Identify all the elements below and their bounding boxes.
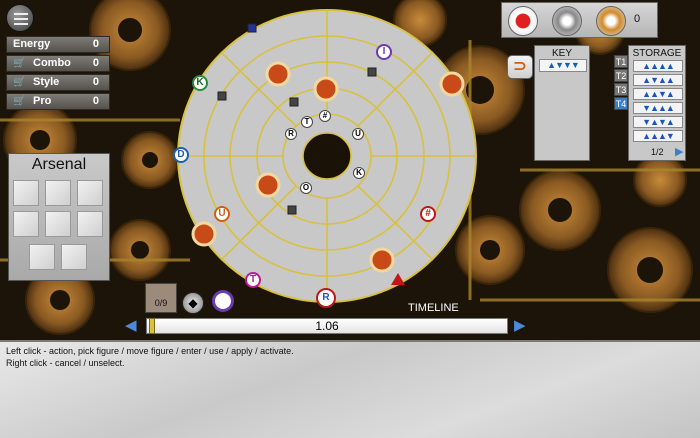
arsenal-slot[interactable]	[29, 244, 55, 270]
storage-page-indicator: 1/2	[651, 147, 664, 157]
u-token-small[interactable]: U	[352, 128, 364, 140]
arsenal-slot[interactable]	[77, 180, 103, 206]
timeline-left-arrow-icon[interactable]: ◀	[125, 316, 137, 334]
i-figure-icon[interactable]	[212, 290, 234, 312]
undo-icon[interactable]: ⊃	[507, 55, 533, 79]
tier-tab-t3[interactable]: T3	[614, 83, 628, 96]
hash-token[interactable]: #	[420, 206, 436, 222]
tier-tab-t4[interactable]: T4	[614, 97, 628, 110]
storage-row[interactable]: ▲▲▲▲	[633, 60, 683, 72]
next-page-icon[interactable]: ▶	[675, 145, 683, 158]
board-node[interactable]	[289, 97, 299, 107]
timeline-handle[interactable]	[149, 318, 155, 334]
cart-icon: 🛒	[13, 58, 26, 69]
menu-button[interactable]	[6, 4, 34, 32]
help-line: Left click - action, pick figure / move …	[6, 346, 294, 356]
gear-icon[interactable]	[596, 6, 626, 36]
board-node[interactable]	[217, 91, 227, 101]
cart-icon: 🛒	[13, 77, 26, 88]
arsenal-panel: Arsenal	[8, 153, 110, 281]
board-node[interactable]	[367, 67, 377, 77]
top-counter: 0	[634, 13, 641, 25]
combo-stat[interactable]: 🛒 Combo 0	[6, 55, 110, 72]
tier-tab-t2[interactable]: T2	[614, 69, 628, 82]
board-node[interactable]	[287, 205, 297, 215]
d-token[interactable]: D	[173, 147, 189, 163]
game-board[interactable]	[176, 8, 478, 304]
swirl-figure[interactable]	[255, 172, 281, 198]
diamond-icon[interactable]: ◆	[182, 292, 204, 314]
arsenal-slot[interactable]	[45, 180, 71, 206]
r-token-small[interactable]: R	[285, 128, 297, 140]
swirl-figure[interactable]	[265, 61, 291, 87]
swirl-figure[interactable]	[369, 247, 395, 273]
style-stat[interactable]: 🛒 Style 0	[6, 74, 110, 91]
arsenal-slot[interactable]	[61, 244, 87, 270]
arsenal-title: Arsenal	[31, 156, 87, 173]
storage-row[interactable]: ▼▲▲▲	[633, 102, 683, 114]
arsenal-slot[interactable]	[13, 180, 39, 206]
timeline-right-arrow-icon[interactable]: ▶	[514, 316, 526, 334]
arsenal-slot[interactable]	[45, 211, 71, 237]
t-token[interactable]: T	[245, 272, 261, 288]
timeline-label: TIMELINE	[408, 302, 459, 314]
u-token[interactable]: U	[214, 206, 230, 222]
help-panel: Left click - action, pick figure / move …	[0, 340, 700, 438]
storage-row[interactable]: ▲▲▼▲	[633, 88, 683, 100]
storage-panel: STORAGE ▲▲▲▲ ▲▼▲▲ ▲▲▼▲ ▼▲▲▲ ▼▲▼▲ ▲▲▲▼ 1/…	[628, 45, 686, 161]
triangle-figure[interactable]	[391, 273, 405, 285]
help-line: Right click - cancel / unselect.	[6, 358, 125, 368]
r-token[interactable]: R	[316, 288, 336, 308]
figure-counter[interactable]: 0/9	[145, 283, 177, 313]
storage-row[interactable]: ▲▲▲▼	[633, 130, 683, 142]
swirl-figure[interactable]	[313, 76, 339, 102]
arsenal-slot[interactable]	[13, 211, 39, 237]
k-token[interactable]: K	[192, 75, 208, 91]
swirl-figure[interactable]	[191, 221, 217, 247]
flame-icon[interactable]	[552, 6, 582, 36]
board-node[interactable]	[247, 23, 257, 33]
o-token-small[interactable]: O	[300, 182, 312, 194]
record-icon[interactable]	[508, 6, 538, 36]
energy-stat: Energy 0	[6, 36, 110, 53]
swirl-figure[interactable]	[439, 71, 465, 97]
key-panel: KEY ▲▼▼▼	[534, 45, 590, 161]
k-token-small[interactable]: K	[353, 167, 365, 179]
key-arrows: ▲▼▼▼	[539, 59, 587, 72]
i-token[interactable]: I	[376, 44, 392, 60]
pro-stat[interactable]: 🛒 Pro 0	[6, 93, 110, 110]
top-toolbar: 0	[501, 2, 658, 38]
tier-tab-t1[interactable]: T1	[614, 55, 628, 68]
arsenal-slot[interactable]	[77, 211, 103, 237]
hash-token-small[interactable]: #	[319, 110, 331, 122]
storage-row[interactable]: ▲▼▲▲	[633, 74, 683, 86]
t-token-small[interactable]: T	[301, 116, 313, 128]
storage-row[interactable]: ▼▲▼▲	[633, 116, 683, 128]
timeline-bar[interactable]: 1.06	[146, 318, 508, 334]
cart-icon: 🛒	[13, 96, 26, 107]
